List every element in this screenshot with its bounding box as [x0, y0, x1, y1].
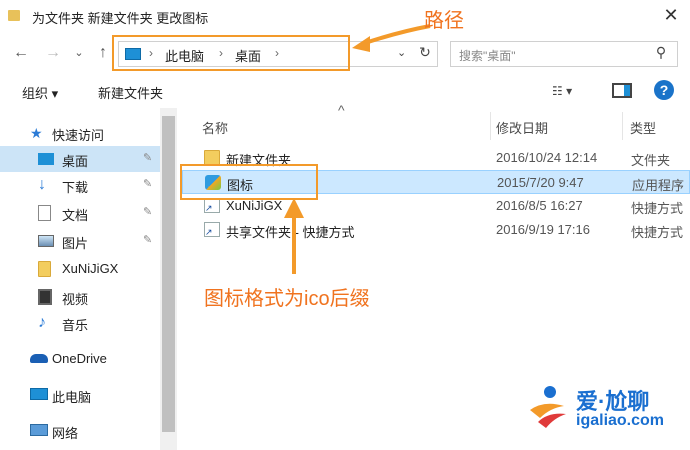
new-folder-button[interactable]: 新建文件夹: [98, 83, 163, 102]
icon-highlight-box: [180, 164, 318, 200]
pin-icon: ✎: [143, 178, 153, 190]
file-row[interactable]: 共享文件夹 - 快捷方式 2016/9/19 17:16 快捷方式: [182, 218, 690, 242]
site-logo: 爱·尬聊 igaliao.com: [516, 376, 690, 450]
video-icon: [38, 289, 52, 305]
search-box[interactable]: 搜索"桌面" ⚲: [450, 41, 678, 67]
title-bar: 为文件夹 新建文件夹 更改图标 ✕: [0, 0, 690, 32]
cloud-icon: [30, 354, 48, 363]
sidebar-item-quick-access[interactable]: ★ 快速访问: [0, 120, 160, 146]
column-header-date[interactable]: 修改日期: [496, 118, 548, 137]
file-name: XuNiJiGX: [226, 198, 283, 213]
sidebar-item-onedrive[interactable]: OneDrive: [0, 346, 160, 372]
folder-icon: [8, 10, 20, 21]
folder-icon: [204, 150, 220, 165]
pin-icon: ✎: [143, 206, 153, 218]
path-highlight-box: [112, 35, 350, 71]
download-icon: ↓: [38, 176, 46, 193]
logo-mark-icon: [530, 386, 566, 428]
window-title: 为文件夹 新建文件夹 更改图标: [32, 11, 209, 26]
view-options-icon[interactable]: ☷ ▾: [552, 84, 592, 98]
sidebar-item-this-pc[interactable]: 此电脑: [0, 382, 160, 408]
sidebar-item-network[interactable]: 网络: [0, 418, 160, 444]
forward-button[interactable]: →: [44, 44, 62, 62]
sidebar-item-videos[interactable]: 视频: [0, 284, 160, 310]
logo-url-text: igaliao.com: [576, 412, 665, 429]
sidebar-item-label: 网络: [52, 426, 79, 441]
back-button[interactable]: ←: [12, 44, 30, 62]
sidebar-item-label: 图片: [62, 236, 89, 251]
file-type: 快捷方式: [631, 201, 684, 216]
navigation-pane: ★ 快速访问 桌面 ✎ ↓ 下载 ✎ 文档 ✎ 图片 ✎ XuNiJiGX 视频…: [0, 108, 178, 450]
recent-locations-button[interactable]: ⌄: [70, 44, 88, 62]
picture-icon: [38, 235, 54, 247]
sidebar-item-label: 音乐: [62, 318, 89, 333]
icon-format-annotation: 图标格式为ico后缀: [204, 288, 370, 310]
file-type: 快捷方式: [631, 225, 684, 240]
file-date: 2016/9/19 17:16: [496, 222, 590, 237]
desktop-icon: [38, 153, 54, 165]
star-icon: ★: [30, 125, 43, 141]
sidebar-item-music[interactable]: ♪ 音乐: [0, 310, 160, 336]
column-divider[interactable]: [622, 112, 623, 140]
sidebar-item-desktop[interactable]: 桌面 ✎: [0, 146, 160, 172]
document-icon: [38, 205, 51, 221]
help-icon[interactable]: ?: [654, 80, 674, 100]
sidebar-item-label: 快速访问: [52, 128, 105, 143]
shortcut-icon: [204, 222, 220, 238]
folder-icon: [38, 261, 51, 277]
preview-pane-icon[interactable]: [612, 83, 632, 98]
sidebar-item-pictures[interactable]: 图片 ✎: [0, 228, 160, 254]
pin-icon: ✎: [143, 152, 153, 164]
sidebar-item-documents[interactable]: 文档 ✎: [0, 200, 160, 226]
music-icon: ♪: [38, 314, 46, 331]
shortcut-icon: [204, 198, 220, 214]
sidebar-item-xunijigx[interactable]: XuNiJiGX: [0, 256, 160, 282]
sidebar-item-label: 文档: [62, 208, 89, 223]
network-icon: [30, 424, 48, 436]
pin-icon: ✎: [143, 234, 153, 246]
close-button[interactable]: ✕: [660, 4, 682, 26]
computer-icon: [30, 388, 48, 400]
file-date: 2015/7/20 9:47: [497, 175, 584, 190]
sort-indicator-icon: ^: [338, 102, 345, 118]
sidebar-item-label: XuNiJiGX: [62, 261, 119, 276]
sidebar-scrollbar-thumb[interactable]: [162, 116, 175, 432]
organize-button[interactable]: 组织 ▾: [22, 83, 58, 102]
column-divider[interactable]: [490, 112, 491, 140]
icon-arrow-icon: [284, 198, 304, 274]
sidebar-item-label: 此电脑: [52, 390, 92, 405]
file-date: 2016/8/5 16:27: [496, 198, 583, 213]
file-type: 文件夹: [631, 153, 671, 168]
column-header-name[interactable]: 名称: [202, 118, 228, 137]
sidebar-item-label: OneDrive: [52, 351, 107, 366]
sidebar-item-label: 桌面: [62, 154, 89, 169]
sidebar-item-label: 视频: [62, 292, 89, 307]
path-annotation: 路径: [424, 10, 464, 32]
search-icon[interactable]: ⚲: [651, 44, 671, 64]
sidebar-item-downloads[interactable]: ↓ 下载 ✎: [0, 172, 160, 198]
column-header-type[interactable]: 类型: [630, 118, 656, 137]
sidebar-item-label: 下载: [62, 180, 89, 195]
file-type: 应用程序: [632, 178, 685, 193]
command-bar: 组织 ▾ 新建文件夹 ☷ ▾ ?: [0, 74, 690, 106]
file-date: 2016/10/24 12:14: [496, 150, 598, 165]
search-input[interactable]: 搜索"桌面": [459, 47, 516, 64]
up-button[interactable]: ↑: [94, 44, 112, 62]
